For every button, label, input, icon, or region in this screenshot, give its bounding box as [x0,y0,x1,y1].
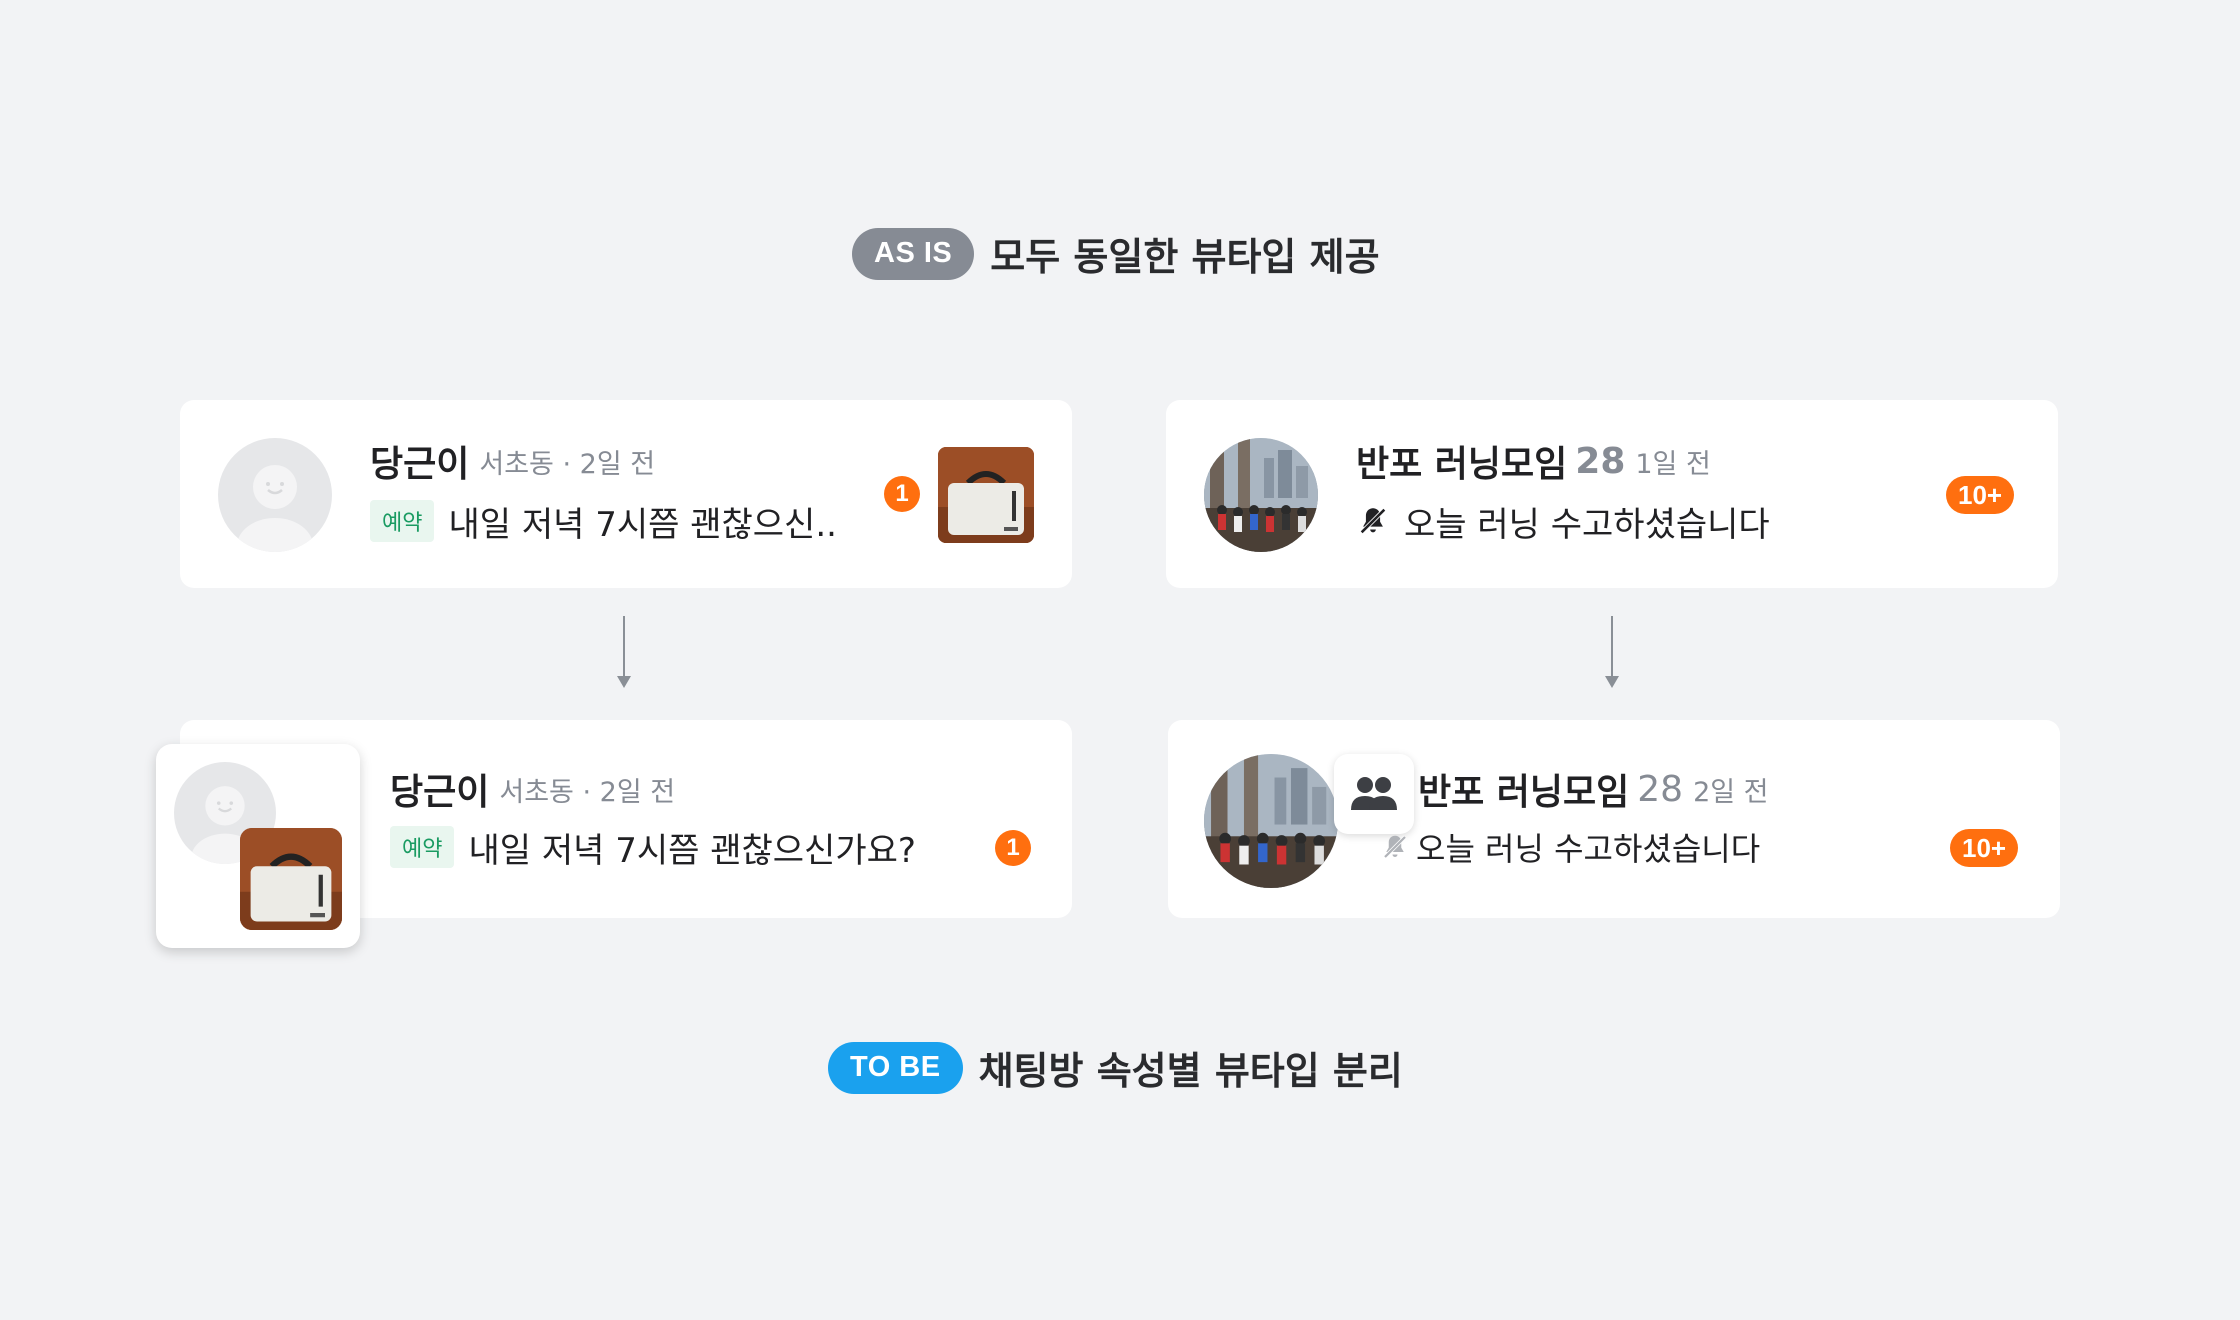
as-is-title: 모두 동일한 뷰타입 제공 [990,235,1380,279]
chat-message-row: 오늘 러닝 수고하셨습니다 [1380,822,1760,872]
unread-badge: 10+ [1950,829,2019,867]
to-be-badge: TO BE [828,1041,963,1094]
chat-name: 당근이 [390,772,490,813]
group-photo [1204,754,1338,888]
chat-meta: 서초동 · 2일 전 [499,776,676,808]
group-avatar [1204,754,1338,888]
product-thumbnail [938,447,1034,543]
reservation-tag: 예약 [390,826,455,868]
down-arrow-icon [1605,616,1619,688]
as-is-heading: AS IS 모두 동일한 뷰타입 제공 [852,226,1380,281]
chat-meta: 2일 전 [1693,776,1769,808]
chat-message-row: 오늘 러닝 수고하셨습니다 [1356,496,1770,546]
unread-badge: 10+ [1946,476,2015,514]
profile-avatar [218,438,332,552]
chat-meta: 1일 전 [1635,448,1711,480]
member-count: 28 [1575,440,1626,482]
group-avatar [1204,438,1318,552]
composite-avatar-tile [156,744,360,948]
last-message: 오늘 러닝 수고하셨습니다 [1416,830,1761,868]
chat-meta: 서초동 · 2일 전 [479,448,656,480]
as-is-badge: AS IS [852,227,975,280]
chat-title-row: 반포 러닝모임 28 2일 전 [1418,764,1769,814]
muted-bell-icon [1383,835,1407,859]
reservation-tag: 예약 [370,500,435,542]
chat-item-dm-before[interactable]: 당근이 서초동 · 2일 전 예약 내일 저녁 7시쯤 괜찮으신.. 1 [180,400,1072,588]
chat-name: 당근이 [370,444,470,485]
last-message: 내일 저녁 7시쯤 괜찮으신가요? [468,830,916,871]
chat-name: 반포 러닝모임 [1418,772,1630,813]
product-thumbnail [240,828,342,930]
chat-item-group-after[interactable]: 반포 러닝모임 28 2일 전 오늘 러닝 수고하셨습니다 10+ [1168,720,2060,918]
chat-name: 반포 러닝모임 [1356,444,1568,485]
chat-message-row: 예약 내일 저녁 7시쯤 괜찮으신.. [370,496,837,546]
chat-title-row: 당근이 서초동 · 2일 전 [390,764,675,814]
person-placeholder-icon [237,465,313,552]
chat-item-group-before[interactable]: 반포 러닝모임 28 1일 전 오늘 러닝 수고하셨습니다 10+ [1166,400,2058,588]
group-photo [1204,438,1318,552]
unread-badge: 1 [995,830,1031,866]
group-people-icon [1351,777,1397,810]
bag-thumbnail [938,447,1034,543]
chat-title-row: 반포 러닝모임 28 1일 전 [1356,436,1711,486]
unread-badge: 1 [884,476,920,512]
chat-message-row: 예약 내일 저녁 7시쯤 괜찮으신가요? [390,822,916,872]
to-be-title: 채팅방 속성별 뷰타입 분리 [978,1049,1403,1093]
member-count: 28 [1637,768,1684,810]
last-message: 내일 저녁 7시쯤 괜찮으신.. [448,504,837,545]
down-arrow-icon [617,616,631,688]
to-be-heading: TO BE 채팅방 속성별 뷰타입 분리 [828,1040,1403,1095]
muted-bell-icon [1360,508,1386,534]
bag-thumbnail [240,828,342,930]
chat-title-row: 당근이 서초동 · 2일 전 [370,436,655,486]
last-message: 오늘 러닝 수고하셨습니다 [1404,504,1770,545]
